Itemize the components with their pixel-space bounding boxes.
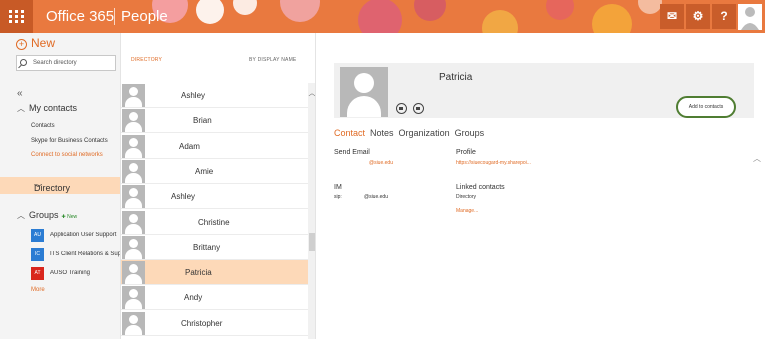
contact-tabs: Contact Notes Organization Groups	[334, 128, 489, 138]
person-placeholder-icon	[122, 286, 145, 310]
calendar-icon[interactable]	[413, 103, 424, 114]
person-placeholder-icon	[122, 311, 145, 335]
groups-label: Groups	[29, 210, 59, 220]
person-name: Brian	[193, 116, 212, 126]
nav-connect-social[interactable]: Connect to social networks	[31, 152, 103, 158]
profile-link[interactable]: https://siuecougard-my.sharepoi...	[456, 160, 531, 166]
list-item[interactable]: Adam	[121, 134, 308, 159]
detail-scroll-up-icon[interactable]: ︿	[753, 153, 763, 164]
list-item[interactable]: Christine	[121, 210, 308, 235]
linked-contacts-value: Directory	[456, 194, 477, 200]
user-avatar[interactable]	[738, 4, 762, 30]
list-item[interactable]: Amie	[121, 159, 308, 184]
sip-address[interactable]: @siue.edu	[364, 194, 388, 200]
new-label: New	[31, 36, 56, 50]
nav-directory[interactable]: ﹀ Directory	[0, 177, 120, 194]
tab-notes[interactable]: Notes	[370, 128, 394, 138]
im-label: IM	[334, 184, 342, 191]
person-name: Patricia	[185, 268, 212, 278]
new-tag: ✚ New	[61, 214, 78, 220]
nav-skype-contacts[interactable]: Skype for Business Contacts	[31, 138, 108, 144]
list-item[interactable]: Brian	[121, 108, 308, 134]
tab-contact[interactable]: Contact	[334, 128, 365, 138]
person-placeholder-icon	[122, 109, 145, 133]
search-icon	[20, 59, 27, 66]
person-name: Ashley	[181, 91, 206, 100]
group-badge: AU	[31, 229, 44, 242]
my-contacts-section[interactable]: ︿ My contacts	[17, 103, 77, 114]
top-bar: Office 365 People ✉ ⚙ ?	[0, 0, 765, 33]
person-name: Ashley	[171, 192, 196, 202]
office365-brand[interactable]: Office 365	[46, 8, 114, 25]
contact-photo	[340, 67, 388, 117]
list-item[interactable]: Patricia	[121, 260, 308, 286]
contact-name: Patricia	[439, 72, 473, 83]
im-icon[interactable]	[396, 103, 407, 114]
person-icon	[738, 4, 762, 30]
person-name: Adam	[179, 141, 200, 151]
group-label: AUSO Training	[50, 270, 91, 276]
group-badge: AT	[31, 267, 44, 280]
notification-icon[interactable]: ✉	[660, 4, 684, 29]
sip-prefix: sip:	[334, 194, 342, 200]
group-badge: IC	[31, 248, 44, 261]
person-name: Brittany	[193, 242, 221, 252]
list-sort[interactable]: BY DISPLAY NAME	[249, 57, 296, 63]
list-item[interactable]: Christopher	[121, 311, 308, 336]
list-item[interactable]: Ashley	[121, 83, 308, 108]
list-item[interactable]: Brittany	[121, 235, 308, 260]
people-list-panel: DIRECTORY BY DISPLAY NAME Ashley Brian Ada…	[120, 33, 316, 339]
manage-link[interactable]: Manage...	[456, 208, 478, 214]
new-tag-label: New	[67, 214, 78, 220]
nav-contacts[interactable]: Contacts	[31, 123, 55, 129]
more-groups-link[interactable]: More	[31, 287, 45, 293]
person-placeholder-icon	[122, 134, 145, 158]
list-item[interactable]: Andy	[121, 285, 308, 311]
person-placeholder-icon	[122, 84, 145, 107]
person-placeholder-icon	[122, 185, 145, 209]
person-placeholder-icon	[122, 159, 145, 183]
app-launcher-waffle-icon[interactable]	[0, 0, 33, 33]
chevron-up-icon: ︿	[17, 211, 25, 220]
person-name: Andy	[184, 293, 203, 303]
directory-label: Directory	[34, 183, 71, 193]
groups-section[interactable]: ︿ Groups ✚ New	[17, 210, 77, 221]
list-item[interactable]: Ashley	[121, 184, 308, 210]
person-placeholder-icon	[122, 235, 145, 259]
search-placeholder: Search directory	[33, 60, 77, 66]
list-source-filter[interactable]: DIRECTORY	[131, 57, 162, 63]
linked-contacts-label: Linked contacts	[456, 184, 505, 191]
settings-gear-icon[interactable]: ⚙	[686, 4, 710, 29]
tab-organization[interactable]: Organization	[399, 128, 450, 138]
profile-label: Profile	[456, 149, 476, 156]
person-name: Christine	[198, 217, 230, 227]
search-directory-input[interactable]: Search directory	[16, 55, 116, 71]
email-link[interactable]: @siue.edu	[369, 160, 393, 166]
app-name: People	[114, 8, 168, 25]
plus-icon: +	[16, 39, 27, 50]
group-label: Application User Support	[50, 232, 117, 238]
person-name: Amie	[195, 166, 214, 176]
help-icon[interactable]: ?	[712, 4, 736, 29]
send-email-label: Send Email	[334, 149, 370, 156]
person-placeholder-icon	[122, 210, 145, 234]
person-placeholder-icon	[122, 261, 145, 285]
new-button[interactable]: + New	[16, 36, 55, 50]
collapse-pane-icon[interactable]: «	[17, 88, 23, 99]
chevron-up-icon: ︿	[17, 104, 25, 113]
group-label: ITS Client Relations & Support	[50, 251, 120, 257]
my-contacts-label: My contacts	[29, 103, 78, 113]
person-name: Christopher	[181, 318, 223, 328]
contact-detail-panel: Patricia Add to contacts Contact Notes Org…	[315, 33, 765, 339]
tab-groups[interactable]: Groups	[455, 128, 485, 138]
add-to-contacts-button[interactable]: Add to contacts	[676, 96, 736, 118]
